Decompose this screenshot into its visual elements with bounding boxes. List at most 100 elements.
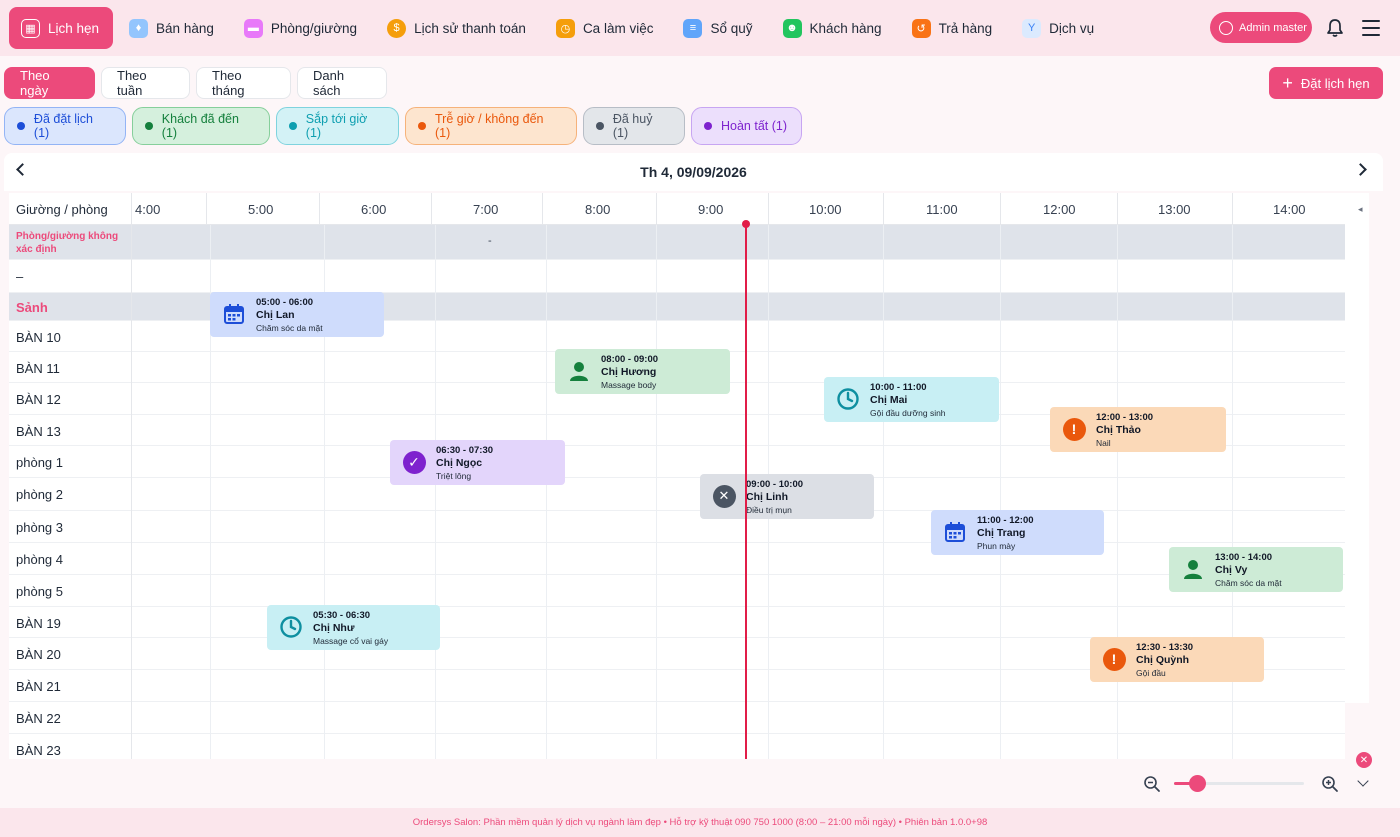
appointment-card[interactable]: 05:30 - 06:30 Chị Như Massage cổ vai gáy — [267, 605, 440, 650]
chip-completed[interactable]: Hoàn tất (1) — [691, 107, 802, 145]
header-divider — [768, 193, 769, 225]
top-nav: ▦ Lịch hẹn ♦ Bán hàng ▬ Phòng/giường $ L… — [0, 0, 1400, 56]
hour-gridline — [435, 225, 436, 759]
nav-label: Khách hàng — [809, 20, 882, 36]
calendar-icon — [222, 302, 246, 326]
chip-booked[interactable]: Đã đặt lịch (1) — [4, 107, 126, 145]
resource-column-divider — [131, 225, 132, 759]
row-label: BÀN 13 — [16, 424, 61, 439]
footer-info: Ordersys Salon: Phần mềm quản lý dịch vụ… — [0, 808, 1400, 837]
status-dot — [17, 122, 25, 130]
nav-item-sales[interactable]: ♦ Bán hàng — [117, 7, 228, 49]
nav-item-cashbook[interactable]: ≡ Sổ quỹ — [671, 7, 766, 49]
zoom-out-icon[interactable] — [1143, 775, 1161, 793]
add-appointment-label: Đặt lịch hẹn — [1300, 75, 1370, 91]
appointment-time: 13:00 - 14:00 — [1215, 552, 1273, 563]
appointment-customer: Chị Quỳnh — [1136, 654, 1190, 666]
appointment-card[interactable]: 10:00 - 11:00 Chị Mai Gội đầu dưỡng sinh — [824, 377, 999, 422]
row-label: BÀN 20 — [16, 647, 61, 662]
chip-arrived[interactable]: Khách đã đến (1) — [132, 107, 270, 145]
chip-upcoming[interactable]: Sắp tới giờ (1) — [276, 107, 399, 145]
appointment-customer: Chị Linh — [746, 491, 788, 503]
appointment-customer: Chị Ngọc — [436, 457, 483, 469]
header-divider — [1000, 193, 1001, 225]
row-label: Sảnh — [16, 300, 48, 315]
date-navigator: Th 4, 09/09/2026 — [4, 153, 1383, 191]
appointment-service: Massage body — [601, 380, 657, 390]
nav-label: Lịch sử thanh toán — [414, 20, 526, 36]
chip-late[interactable]: Trễ giờ / không đến (1) — [405, 107, 577, 145]
menu-icon[interactable] — [1362, 20, 1380, 36]
appointment-card[interactable]: ✓ 06:30 - 07:30 Chị Ngọc Triệt lông — [390, 440, 565, 485]
zoom-slider-handle[interactable] — [1189, 775, 1207, 792]
payment-history-icon: $ — [387, 18, 407, 38]
row-label: BÀN 21 — [16, 679, 61, 694]
appointment-time: 05:30 - 06:30 — [313, 610, 371, 621]
status-dot — [418, 122, 426, 130]
status-dot — [145, 122, 153, 130]
user-menu-button[interactable]: Admin master — [1210, 12, 1312, 43]
person-icon — [1181, 557, 1205, 581]
appointment-time: 05:00 - 06:00 — [256, 297, 314, 308]
hour-label: 10:00 — [809, 202, 842, 217]
tab-day[interactable]: Theo ngày — [4, 67, 95, 99]
row-label: Phòng/giường không xác định — [16, 231, 119, 255]
appointment-card[interactable]: 11:00 - 12:00 Chị Trang Phun mày — [931, 510, 1104, 555]
chip-label: Khách đã đến (1) — [161, 112, 239, 140]
appointment-customer: Chị Vy — [1215, 564, 1248, 576]
clock-icon — [279, 615, 303, 639]
appointment-service: Điều trị mụn — [746, 505, 792, 515]
scroll-up-icon[interactable]: ◂ — [1358, 204, 1363, 215]
appointment-service: Phun mày — [977, 541, 1016, 551]
hour-label: 11:00 — [926, 202, 958, 217]
tab-week[interactable]: Theo tuần — [101, 67, 190, 99]
tab-month[interactable]: Theo tháng — [196, 67, 291, 99]
add-appointment-button[interactable]: + Đặt lịch hẹn — [1269, 67, 1383, 99]
person-icon — [567, 359, 591, 383]
nav-label: Lịch hẹn — [48, 20, 100, 36]
hour-label: 6:00 — [361, 202, 387, 217]
appointment-customer: Chị Hương — [601, 366, 657, 378]
bell-icon[interactable] — [1325, 18, 1345, 38]
alert-icon: ! — [1102, 647, 1126, 671]
zoom-slider[interactable] — [1174, 775, 1304, 792]
nav-item-customers[interactable]: ☻ Khách hàng — [771, 7, 896, 49]
chip-cancelled[interactable]: Đã huỷ (1) — [583, 107, 685, 145]
appointment-card[interactable]: 05:00 - 06:00 Chị Lan Chăm sóc da mặt — [210, 292, 384, 337]
appointment-service: Gội đầu dưỡng sinh — [870, 408, 946, 418]
vertical-scrollbar[interactable] — [1345, 193, 1369, 703]
appointment-service: Gội đầu — [1136, 668, 1166, 678]
row-label: phòng 1 — [16, 455, 63, 470]
appointment-card[interactable]: 13:00 - 14:00 Chị Vy Chăm sóc da mặt — [1169, 547, 1343, 592]
row-label: BÀN 19 — [16, 616, 61, 631]
chevron-down-icon[interactable] — [1357, 775, 1369, 787]
appointment-time: 08:00 - 09:00 — [601, 354, 659, 365]
close-icon[interactable]: ✕ — [1356, 752, 1372, 768]
status-filter-chips: Đã đặt lịch (1) Khách đã đến (1) Sắp tới… — [4, 107, 802, 145]
nav-item-appointments[interactable]: ▦ Lịch hẹn — [9, 7, 114, 49]
nav-label: Sổ quỹ — [710, 20, 753, 36]
hour-gridline — [546, 225, 547, 759]
chip-label: Đã huỷ (1) — [612, 112, 653, 140]
resource-column-header: Giường / phòng — [16, 202, 108, 217]
appointment-card[interactable]: 08:00 - 09:00 Chị Hương Massage body — [555, 349, 730, 394]
row-label: – — [16, 269, 24, 284]
appointment-time: 10:00 - 11:00 — [870, 382, 927, 393]
nav-item-payment-history[interactable]: $ Lịch sử thanh toán — [375, 7, 540, 49]
hour-label: 14:00 — [1273, 202, 1306, 217]
hour-gridline — [883, 225, 884, 759]
row-label: phòng 2 — [16, 487, 63, 502]
nav-item-services[interactable]: Y Dịch vụ — [1010, 7, 1108, 49]
check-icon: ✓ — [402, 450, 426, 474]
hour-label: 12:00 — [1043, 202, 1076, 217]
appointment-card[interactable]: ! 12:30 - 13:30 Chị Quỳnh Gội đầu — [1090, 637, 1264, 682]
nav-item-returns[interactable]: ↺ Trả hàng — [900, 7, 1007, 49]
appointment-card[interactable]: ! 12:00 - 13:00 Chị Thảo Nail — [1050, 407, 1226, 452]
hour-label: 13:00 — [1158, 202, 1191, 217]
nav-item-rooms[interactable]: ▬ Phòng/giường — [232, 7, 371, 49]
hour-label: 9:00 — [698, 202, 724, 217]
appointment-card[interactable]: ✕ 09:00 - 10:00 Chị Linh Điều trị mụn — [700, 474, 874, 519]
zoom-in-icon[interactable] — [1321, 775, 1339, 793]
tab-list[interactable]: Danh sách — [297, 67, 387, 99]
nav-item-shifts[interactable]: ◷ Ca làm việc — [544, 7, 668, 49]
